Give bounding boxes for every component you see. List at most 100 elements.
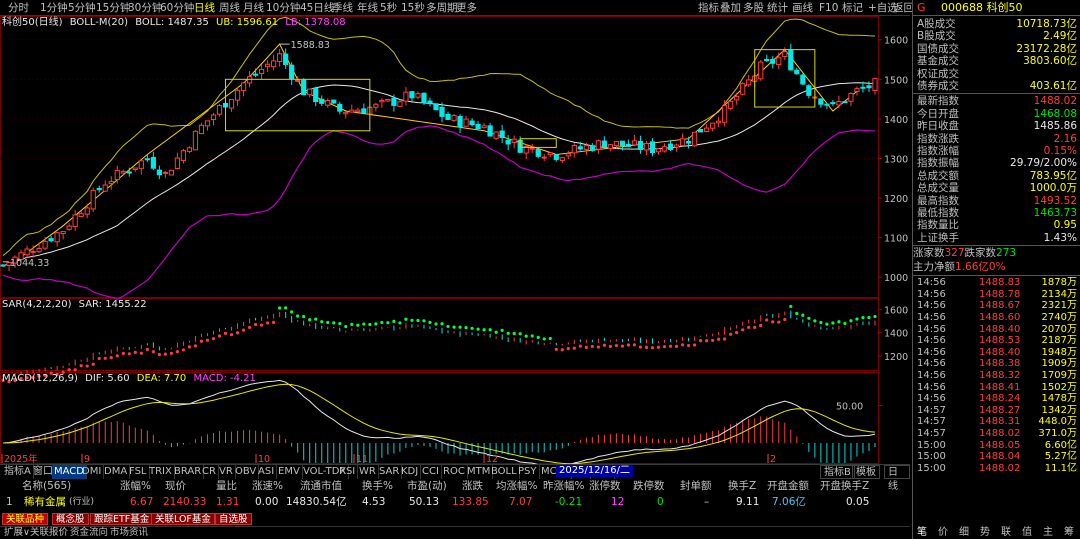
detail-tab-4[interactable]: 联 — [1001, 527, 1011, 539]
table-header-7[interactable]: 市盈(动) — [407, 479, 447, 493]
toolbar-button-5[interactable]: F10 — [819, 1, 838, 15]
table-header-16[interactable]: 开盘换手Z — [820, 479, 869, 493]
row-cell-vol_ratio[interactable]: 1.31 — [216, 495, 239, 509]
period-5[interactable]: 60分钟 — [160, 1, 194, 15]
status-item-1[interactable]: 关联报价 — [28, 527, 70, 539]
table-header-10[interactable]: 昨涨幅% — [543, 479, 584, 493]
toolbar-button-1[interactable]: 叠加 — [720, 1, 741, 15]
detail-tab-2[interactable]: 细 — [959, 527, 969, 539]
table-header-0[interactable]: 名称(565) — [22, 479, 71, 493]
period-6[interactable]: 日线 — [194, 1, 215, 15]
row-cell-avg_change[interactable]: 7.07 — [509, 495, 532, 509]
table-header-11[interactable]: 涨停数 — [589, 479, 621, 493]
row-cell-prev_change[interactable]: -0.21 — [555, 495, 582, 509]
row-cell-suffix[interactable]: (行业) — [69, 495, 94, 509]
tick-price: 1488.40 — [979, 346, 1021, 358]
indicator-tab-18[interactable]: CCI — [420, 465, 442, 479]
toolbar-button-4[interactable]: 画线 — [792, 1, 813, 15]
table-header-6[interactable]: 换手% — [362, 479, 393, 493]
row-cell-limit_up[interactable]: 12 — [611, 495, 624, 509]
indicator-tab-17[interactable]: KDJ — [399, 465, 422, 479]
status-item-2[interactable]: 资金流向 — [68, 527, 110, 539]
indicator-tab-12[interactable]: EMV — [276, 465, 303, 479]
indicator-tab-14[interactable]: RSI — [337, 465, 359, 479]
bottom-tab-1[interactable]: 概念股 — [52, 513, 89, 525]
row-cell-speed[interactable]: 0.00 — [255, 495, 278, 509]
bottom-tab-4[interactable]: 自选股 — [215, 513, 252, 525]
row-cell-float_cap[interactable]: 14830.54亿 — [286, 495, 347, 509]
period-13[interactable]: 5秒 — [380, 1, 397, 15]
table-header-3[interactable]: 量比 — [216, 479, 237, 493]
row-cell-pe[interactable]: 50.13 — [409, 495, 439, 509]
toolbar-button-3[interactable]: 统计 — [767, 1, 788, 15]
indicator-tab-15[interactable]: WR — [357, 465, 379, 479]
indicator-tab-19[interactable]: ROC — [441, 465, 468, 479]
table-header-15[interactable]: 开盘金额 — [767, 479, 809, 493]
period-1[interactable]: 1分钟 — [40, 1, 68, 15]
tabbar-right-2[interactable]: 日线 — [884, 465, 910, 492]
table-header-4[interactable]: 涨速% — [252, 479, 283, 493]
period-3[interactable]: 15分钟 — [96, 1, 130, 15]
tabbar-right-0[interactable]: 指标B — [820, 465, 855, 479]
detail-tab-6[interactable]: 主 — [1043, 527, 1053, 539]
detail-tab-3[interactable]: 势 — [980, 527, 990, 539]
period-11[interactable]: 季线 — [332, 1, 353, 15]
row-cell-open_amount[interactable]: 7.06亿 — [772, 495, 806, 509]
detail-tab-0[interactable]: 笔 — [917, 527, 927, 539]
row-cell-open_turnover_z[interactable]: 0.05 — [846, 495, 869, 509]
toolbar-button-0[interactable]: 指标 — [698, 1, 719, 15]
toolbar-button-6[interactable]: 标记 — [842, 1, 863, 15]
row-cell-index[interactable]: 1 — [6, 495, 13, 509]
row-cell-change[interactable]: 133.85 — [452, 495, 489, 509]
sar-dot — [464, 326, 468, 330]
kline-chart-svg[interactable]: 1600 1500 1400 1300 1200 1100 1000 1588.83 1044.… — [0, 16, 910, 464]
period-4[interactable]: 30分钟 — [128, 1, 162, 15]
table-header-13[interactable]: 封单额 — [680, 479, 712, 493]
toolbar-button-8[interactable]: 返回 — [893, 1, 914, 15]
row-cell-price[interactable]: 2140.33 — [163, 495, 206, 509]
period-7[interactable]: 周线 — [219, 1, 240, 15]
period-14[interactable]: 15秒 — [401, 1, 425, 15]
tick-row: 14:56 1488.53 2187万 — [913, 335, 1080, 347]
period-12[interactable]: 年线 — [357, 1, 378, 15]
detail-tab-1[interactable]: 价 — [938, 527, 948, 539]
period-10[interactable]: 45日线 — [300, 1, 334, 15]
table-header-12[interactable]: 跌停数 — [633, 479, 665, 493]
table-header-2[interactable]: 现价 — [165, 479, 186, 493]
sar-label[interactable]: SAR(4,2,2,20) — [2, 299, 71, 310]
status-item-3[interactable]: 市场资讯 — [108, 527, 150, 539]
period-0[interactable]: 分时 — [8, 1, 29, 15]
indicator-tab-4[interactable]: DMA — [102, 465, 131, 479]
macd-label[interactable]: MACD(12,26,9) — [2, 373, 78, 384]
row-cell-turnover[interactable]: 4.53 — [362, 495, 385, 509]
row-cell-seal_amount[interactable]: – — [704, 495, 709, 509]
indicator-name[interactable]: BOLL-M(20) — [70, 17, 128, 28]
row-cell-change_pct[interactable]: 6.67 — [130, 495, 153, 509]
bottom-tab-2[interactable]: 跟踪ETF基金 — [90, 513, 154, 525]
tabbar-right-1[interactable]: 模板 — [852, 465, 880, 479]
table-header-8[interactable]: 涨跌 — [462, 479, 483, 493]
row-cell-limit_down[interactable]: 0 — [657, 495, 664, 509]
toolbar-button-2[interactable]: 多股 — [743, 1, 764, 15]
table-header-9[interactable]: 均涨幅% — [496, 479, 537, 493]
detail-tab-5[interactable]: 值 — [1022, 527, 1032, 539]
indicator-tab-6[interactable]: TRIX — [147, 465, 175, 479]
indicator-tab-0[interactable]: 指标A — [2, 465, 34, 479]
period-15[interactable]: 多周期 — [426, 1, 458, 15]
period-8[interactable]: 月线 — [243, 1, 264, 15]
row-cell-turnover_z[interactable]: 9.11 — [736, 495, 759, 509]
table-header-5[interactable]: 流通市值 — [300, 479, 342, 493]
chart-area[interactable]: 1600 1500 1400 1300 1200 1100 1000 1588.83 1044.… — [0, 16, 910, 464]
detail-tab-7[interactable]: 筹 — [1064, 527, 1074, 539]
period-16[interactable]: 更多 — [456, 1, 477, 15]
indicator-tab-22[interactable]: PSY — [516, 465, 540, 479]
table-header-1[interactable]: 涨幅% — [120, 479, 151, 493]
period-2[interactable]: 5分钟 — [68, 1, 96, 15]
indicator-tab-3[interactable]: DMI — [80, 465, 105, 479]
period-9[interactable]: 10分钟 — [266, 1, 300, 15]
bottom-tab-0[interactable]: 关联品种 — [2, 513, 49, 525]
row-cell-name[interactable]: 稀有金属 — [24, 495, 66, 509]
indicator-tab-11[interactable]: ASI — [256, 465, 278, 479]
table-header-14[interactable]: 换手Z — [728, 479, 756, 493]
bottom-tab-3[interactable]: 关联LOF基金 — [151, 513, 215, 525]
